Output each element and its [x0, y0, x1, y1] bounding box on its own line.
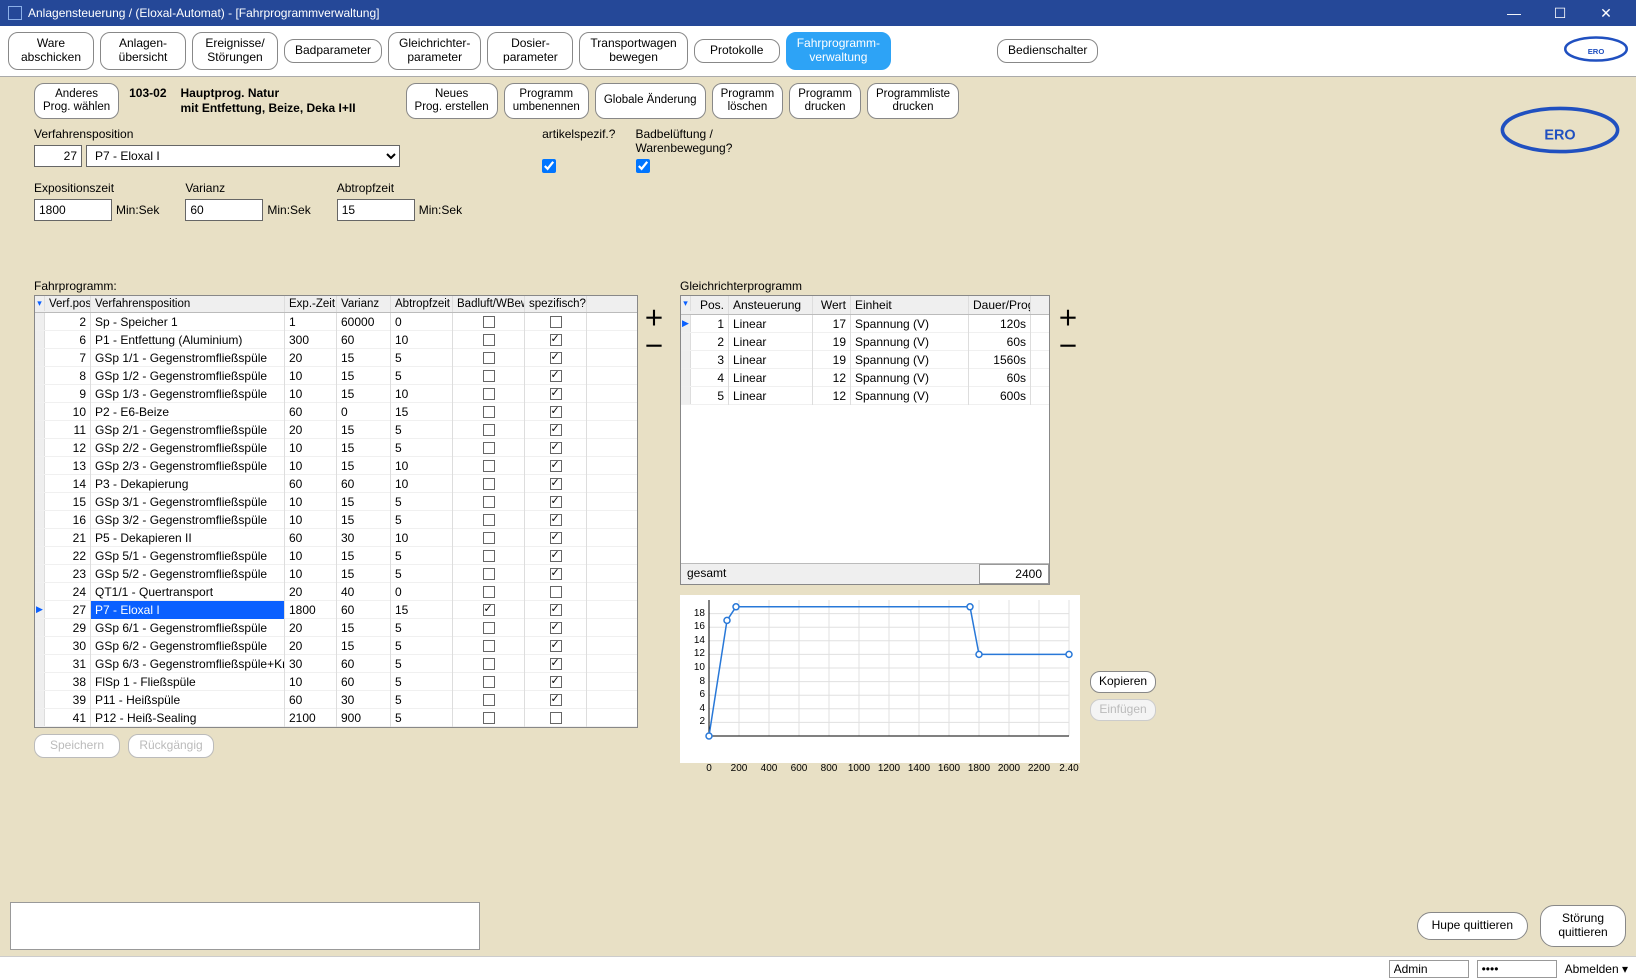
- toolbar-button-8[interactable]: Fahrprogramm- verwaltung: [786, 32, 891, 70]
- horn-ack-button[interactable]: Hupe quittieren: [1417, 912, 1528, 940]
- drip-time-label: Abtropfzeit: [337, 181, 462, 195]
- table-row[interactable]: 39P11 - Heißspüle60305: [35, 691, 637, 709]
- table-row[interactable]: 9GSp 1/3 - Gegenstromfließspüle101510: [35, 385, 637, 403]
- program-subbar: Anderes Prog. wählen 103-02 Hauptprog. N…: [0, 77, 1636, 123]
- user-field[interactable]: [1389, 960, 1469, 978]
- table-row[interactable]: 15GSp 3/1 - Gegenstromfließspüle10155: [35, 493, 637, 511]
- table-row[interactable]: 24QT1/1 - Quertransport20400: [35, 583, 637, 601]
- drip-time-input[interactable]: [337, 199, 415, 221]
- process-position-label: Verfahrensposition: [34, 127, 462, 141]
- table-row[interactable]: 14P3 - Dekapierung606010: [35, 475, 637, 493]
- table-row[interactable]: 16GSp 3/2 - Gegenstromfließspüle10155: [35, 511, 637, 529]
- article-specific-checkbox[interactable]: [542, 159, 556, 173]
- toolbar-button-6[interactable]: Transportwagen bewegen: [579, 32, 687, 70]
- remove-row-button[interactable]: －: [644, 337, 664, 357]
- table-row[interactable]: 3Linear19Spannung (V)1560s: [681, 351, 1049, 369]
- table-row[interactable]: 11GSp 2/1 - Gegenstromfließspüle20155: [35, 421, 637, 439]
- process-position-number[interactable]: [34, 145, 82, 167]
- table-row[interactable]: 6P1 - Entfettung (Aluminium)3006010: [35, 331, 637, 349]
- toolbar-button-2[interactable]: Ereignisse/ Störungen: [192, 32, 278, 70]
- table-row[interactable]: 29GSp 6/1 - Gegenstromfließspüle20155: [35, 619, 637, 637]
- window-close-button[interactable]: ✕: [1584, 0, 1628, 26]
- subbar-button-0[interactable]: Neues Prog. erstellen: [406, 83, 498, 119]
- aeration-label: Badbelüftung / Warenbewegung?: [635, 127, 732, 155]
- total-label: gesamt: [681, 564, 767, 584]
- add-row-button[interactable]: ＋: [644, 309, 664, 329]
- table-row[interactable]: ▶1Linear17Spannung (V)120s: [681, 315, 1049, 333]
- window-maximize-button[interactable]: ☐: [1538, 0, 1582, 26]
- main-toolbar: Ware abschickenAnlagen- übersichtEreigni…: [0, 26, 1636, 77]
- fault-ack-button[interactable]: Störung quittieren: [1540, 905, 1626, 947]
- table-row[interactable]: 7GSp 1/1 - Gegenstromfließspüle20155: [35, 349, 637, 367]
- save-button[interactable]: Speichern: [34, 734, 120, 758]
- logout-button[interactable]: Abmelden ▾: [1565, 962, 1628, 976]
- voltage-time-chart: 2468101214161802004006008001000120014001…: [680, 595, 1080, 763]
- svg-text:ERO: ERO: [1544, 128, 1575, 144]
- bottom-bar: Hupe quittieren Störung quittieren: [10, 902, 1626, 950]
- window-title: Anlagensteuerung / (Eloxal-Automat) - [F…: [28, 6, 1492, 20]
- table-row[interactable]: 10P2 - E6-Beize60015: [35, 403, 637, 421]
- subbar-button-1[interactable]: Programm umbenennen: [504, 83, 589, 119]
- program-desc: mit Entfettung, Beize, Deka I+II: [181, 101, 356, 115]
- table-row[interactable]: 31GSp 6/3 - Gegenstromfließspüle+Krage30…: [35, 655, 637, 673]
- process-position-select[interactable]: P7 - Eloxal I: [86, 145, 400, 167]
- parameter-panel: Verfahrensposition P7 - Eloxal I Exposit…: [0, 123, 1636, 225]
- table-row[interactable]: 13GSp 2/3 - Gegenstromfließspüle101510: [35, 457, 637, 475]
- window-titlebar: Anlagensteuerung / (Eloxal-Automat) - [F…: [0, 0, 1636, 26]
- variance-label: Varianz: [185, 181, 310, 195]
- app-logo-large: ERO: [1500, 103, 1620, 160]
- toolbar-button-9[interactable]: Bedienschalter: [997, 39, 1098, 63]
- toolbar-button-5[interactable]: Dosier- parameter: [487, 32, 573, 70]
- aeration-checkbox[interactable]: [636, 159, 650, 173]
- subbar-button-4[interactable]: Programm drucken: [789, 83, 861, 119]
- table-row[interactable]: 41P12 - Heiß-Sealing21009005: [35, 709, 637, 727]
- program-code: 103-02: [129, 86, 166, 100]
- table-row[interactable]: 21P5 - Dekapieren II603010: [35, 529, 637, 547]
- remove-rectifier-row-button[interactable]: －: [1058, 337, 1078, 357]
- copy-button[interactable]: Kopieren: [1090, 671, 1156, 693]
- table-row[interactable]: 2Linear19Spannung (V)60s: [681, 333, 1049, 351]
- table-row[interactable]: 4Linear12Spannung (V)60s: [681, 369, 1049, 387]
- exposure-time-input[interactable]: [34, 199, 112, 221]
- table-row[interactable]: 22GSp 5/1 - Gegenstromfließspüle10155: [35, 547, 637, 565]
- toolbar-button-3[interactable]: Badparameter: [284, 39, 382, 63]
- toolbar-button-7[interactable]: Protokolle: [694, 39, 780, 63]
- driving-program-grid[interactable]: ▾ Verf.pos. Verfahrensposition Exp.-Zeit…: [34, 295, 638, 728]
- table-row[interactable]: 5Linear12Spannung (V)600s: [681, 387, 1049, 405]
- table-row[interactable]: 23GSp 5/2 - Gegenstromfließspüle10155: [35, 565, 637, 583]
- paste-button[interactable]: Einfügen: [1090, 699, 1156, 721]
- undo-button[interactable]: Rückgängig: [128, 734, 214, 758]
- message-box[interactable]: [10, 902, 480, 950]
- table-row[interactable]: 12GSp 2/2 - Gegenstromfließspüle10155: [35, 439, 637, 457]
- rectifier-program-grid[interactable]: ▾ Pos. Ansteuerung Wert Einheit Dauer/Pr…: [680, 295, 1050, 585]
- subbar-button-3[interactable]: Programm löschen: [712, 83, 784, 119]
- add-rectifier-row-button[interactable]: ＋: [1058, 309, 1078, 329]
- driving-program-heading: Fahrprogramm:: [34, 279, 664, 293]
- variance-input[interactable]: [185, 199, 263, 221]
- table-row[interactable]: ▶27P7 - Eloxal I18006015: [35, 601, 637, 619]
- app-logo-small: ERO: [1564, 36, 1628, 65]
- toolbar-button-1[interactable]: Anlagen- übersicht: [100, 32, 186, 70]
- table-row[interactable]: 2Sp - Speicher 11600000: [35, 313, 637, 331]
- app-icon: [8, 6, 22, 20]
- toolbar-button-4[interactable]: Gleichrichter- parameter: [388, 32, 481, 70]
- table-row[interactable]: 38FlSp 1 - Fließspüle10605: [35, 673, 637, 691]
- toolbar-button-0[interactable]: Ware abschicken: [8, 32, 94, 70]
- subbar-button-5[interactable]: Programmliste drucken: [867, 83, 959, 119]
- program-name: Hauptprog. Natur: [181, 86, 356, 100]
- svg-text:ERO: ERO: [1588, 47, 1605, 56]
- article-specific-label: artikelspezif.?: [542, 127, 615, 155]
- table-row[interactable]: 8GSp 1/2 - Gegenstromfließspüle10155: [35, 367, 637, 385]
- window-minimize-button[interactable]: —: [1492, 0, 1536, 26]
- status-bar: Abmelden ▾: [0, 956, 1636, 980]
- table-row[interactable]: 30GSp 6/2 - Gegenstromfließspüle20155: [35, 637, 637, 655]
- password-field[interactable]: [1477, 960, 1557, 978]
- total-value: 2400: [979, 564, 1049, 584]
- select-other-program-button[interactable]: Anderes Prog. wählen: [34, 83, 119, 119]
- rectifier-program-heading: Gleichrichterprogramm: [680, 279, 1156, 293]
- subbar-button-2[interactable]: Globale Änderung: [595, 83, 706, 119]
- exposure-time-label: Expositionszeit: [34, 181, 159, 195]
